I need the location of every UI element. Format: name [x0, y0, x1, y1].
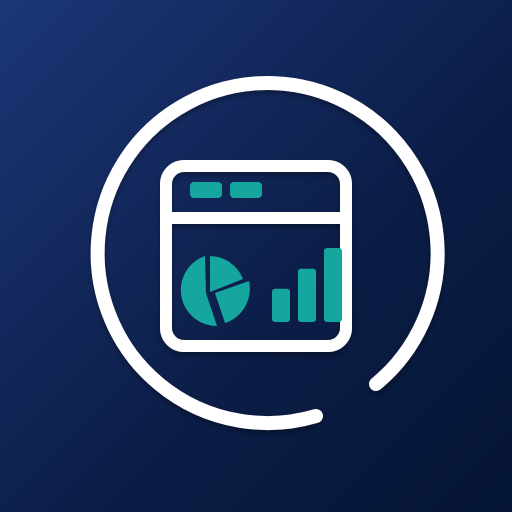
bar-1	[272, 288, 290, 322]
bar-3	[324, 248, 342, 322]
bar-2	[298, 268, 316, 322]
app-icon-graphic	[0, 0, 512, 512]
app-icon	[0, 0, 512, 512]
